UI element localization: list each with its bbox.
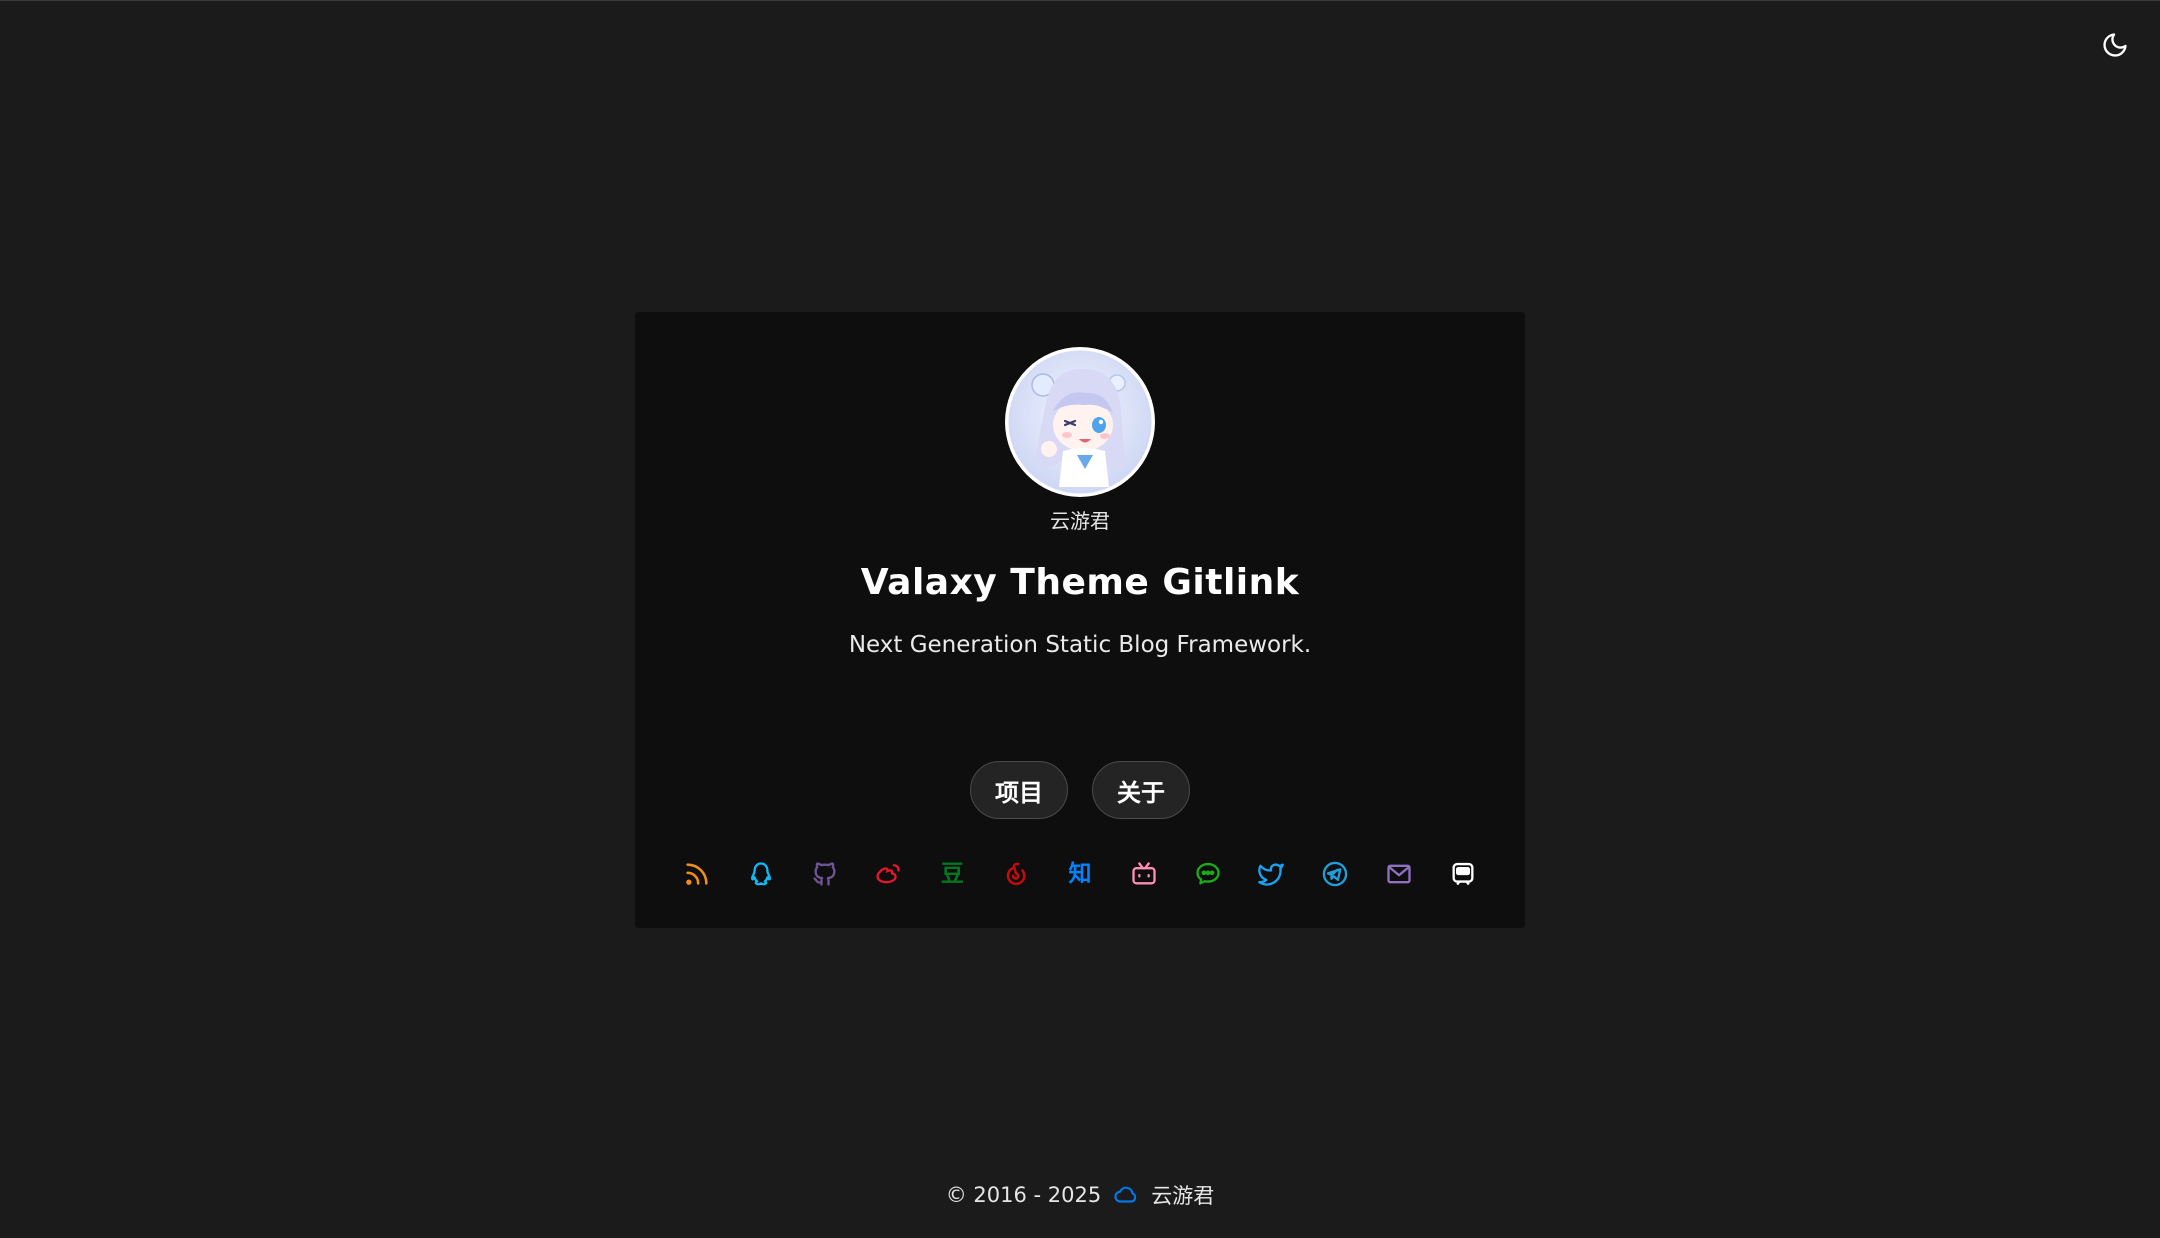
wechat-link[interactable]: [1186, 852, 1230, 896]
profile-card: 云游君 Valaxy Theme Gitlink Next Generation…: [635, 312, 1525, 928]
rss-link[interactable]: [675, 852, 719, 896]
github-link[interactable]: [803, 852, 847, 896]
moon-icon: [2103, 33, 2127, 57]
email-link[interactable]: [1377, 852, 1421, 896]
weibo-link[interactable]: [866, 852, 910, 896]
nav-buttons: 项目 关于: [635, 761, 1525, 819]
site-title: Valaxy Theme Gitlink: [860, 562, 1300, 603]
site-subtitle: Next Generation Static Blog Framework.: [848, 632, 1312, 658]
twitter-link[interactable]: [1249, 852, 1293, 896]
douban-link[interactable]: 豆: [930, 852, 974, 896]
travelling-link[interactable]: [1441, 852, 1485, 896]
qq-icon: [750, 862, 771, 886]
zhihu-link[interactable]: 知: [1058, 852, 1102, 896]
telegram-link[interactable]: [1313, 852, 1357, 896]
avatar[interactable]: [1005, 347, 1155, 497]
avatar-illustration: [1005, 347, 1155, 497]
netease-music-link[interactable]: [994, 852, 1038, 896]
douban-icon: 豆: [940, 860, 964, 887]
github-icon: [812, 862, 836, 886]
social-links: 豆 知: [675, 852, 1485, 896]
email-icon: [1387, 864, 1411, 884]
travelling-icon: [1452, 862, 1474, 886]
footer-author-link[interactable]: 云游君: [1151, 1180, 1214, 1210]
bilibili-icon: [1132, 862, 1156, 885]
projects-button[interactable]: 项目: [970, 761, 1068, 819]
footer: © 2016 - 2025 云游君: [0, 1180, 2160, 1210]
cloud-icon: [1113, 1182, 1139, 1208]
telegram-icon: [1323, 861, 1348, 887]
copyright-text: © 2016 - 2025: [945, 1183, 1102, 1207]
bilibili-link[interactable]: [1122, 852, 1166, 896]
twitter-icon: [1258, 863, 1285, 886]
author-name: 云游君: [1050, 509, 1110, 533]
wechat-icon: [1195, 862, 1220, 885]
theme-toggle-button[interactable]: [2098, 28, 2132, 62]
zhihu-icon: 知: [1068, 860, 1092, 887]
about-button[interactable]: 关于: [1092, 761, 1190, 819]
netease-music-icon: [1006, 862, 1026, 886]
weibo-icon: [876, 864, 901, 884]
qq-link[interactable]: [739, 852, 783, 896]
top-border: [0, 0, 2160, 1]
rss-icon: [686, 863, 708, 885]
